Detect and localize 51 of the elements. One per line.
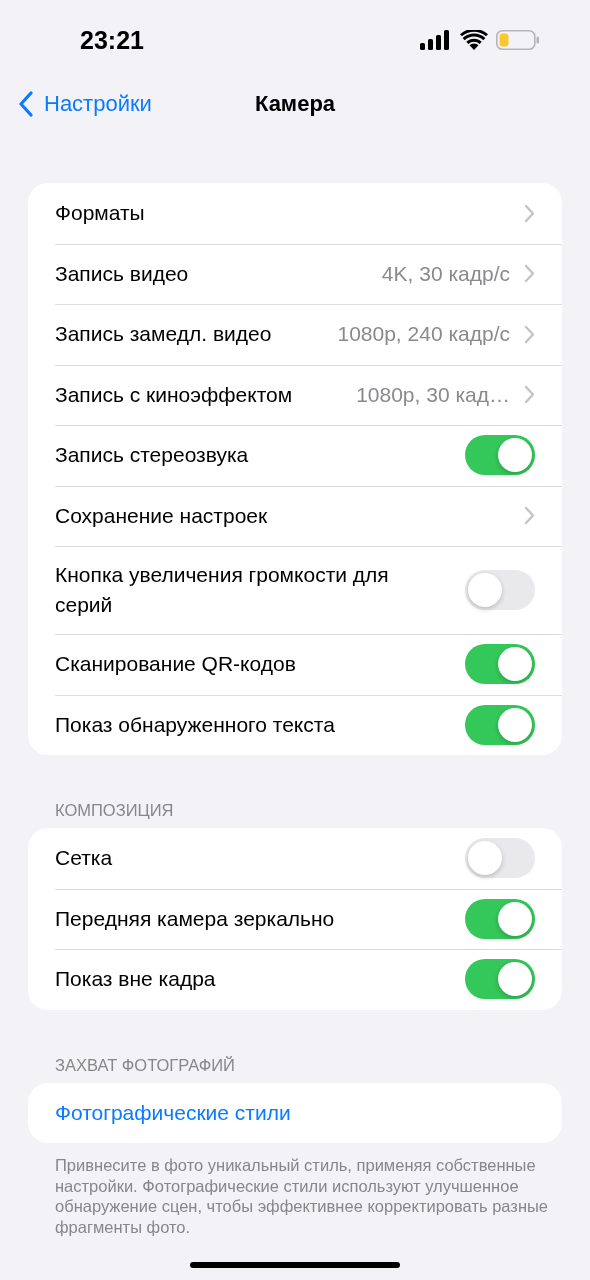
settings-row[interactable]: Показ вне кадра (28, 949, 562, 1010)
toggle-switch[interactable] (465, 704, 535, 745)
chevron-right-icon (524, 203, 535, 223)
settings-row[interactable]: Сохранение настроек (28, 485, 562, 546)
row-value: 1080p, 30 кад… (356, 382, 510, 407)
settings-row[interactable]: Кнопка увеличения громкости для серий (28, 546, 562, 634)
settings-row[interactable]: Запись с киноэффектом 1080p, 30 кад… (28, 364, 562, 425)
settings-row[interactable]: Сетка (28, 828, 562, 889)
row-label: Запись замедл. видео (55, 321, 273, 348)
settings-row[interactable]: Сканирование QR-кодов (28, 634, 562, 695)
row-label: Кнопка увеличения громкости для серий (55, 562, 390, 618)
settings-row[interactable]: Показ обнаруженного текста (28, 694, 562, 755)
toggle-switch[interactable] (465, 959, 535, 1000)
chevron-right-icon (524, 385, 535, 405)
row-label: Сканирование QR-кодов (55, 651, 297, 678)
settings-row[interactable]: Фотографические стили (28, 1082, 562, 1143)
toggle-switch[interactable] (465, 838, 535, 879)
row-value: 1080p, 240 кадр/с (337, 322, 510, 347)
toggle-switch[interactable] (465, 570, 535, 610)
toggle-switch[interactable] (465, 898, 535, 939)
chevron-left-icon (18, 91, 34, 117)
row-label: Показ обнаруженного текста (55, 711, 336, 738)
footer-note: Привнесите в фото уникальный стиль, применяя собственные настройки. Фотографические стили используют улучшенное обнаружение сцен, чтобы эффективнее корректировать разные фрагменты фото. (54, 1155, 550, 1237)
chevron-right-icon (524, 506, 535, 526)
row-value: 4K, 30 кадр/с (381, 261, 510, 286)
signal-icon (420, 30, 452, 50)
battery-icon (496, 30, 540, 50)
row-label: Форматы (55, 200, 146, 227)
settings-row[interactable]: Запись стереозвука (28, 425, 562, 486)
row-label: Показ вне кадра (55, 966, 217, 993)
toggle-switch[interactable] (465, 435, 535, 476)
toggle-switch[interactable] (465, 644, 535, 685)
back-button[interactable]: Настройки (0, 91, 152, 117)
section-header: КОМПОЗИЦИЯ (54, 801, 175, 821)
row-label: Передняя камера зеркально (55, 905, 336, 932)
section-header: ЗАХВАТ ФОТОГРАФИЙ (54, 1055, 236, 1076)
chevron-right-icon (524, 324, 535, 344)
page-title: Камера (254, 91, 336, 117)
settings-row[interactable]: Передняя камера зеркально (28, 888, 562, 949)
row-label: Сохранение настроек (55, 502, 269, 529)
row-label: Фотографические стили (55, 1099, 292, 1126)
row-label: Запись стереозвука (55, 442, 250, 469)
wifi-icon (460, 30, 488, 50)
settings-row[interactable]: Запись замедл. видео 1080p, 240 кадр/с (28, 304, 562, 365)
chevron-right-icon (524, 264, 535, 284)
row-label: Запись с киноэффектом (55, 381, 294, 408)
settings-row[interactable]: Запись видео 4K, 30 кадр/с (28, 243, 562, 304)
row-label: Сетка (55, 845, 114, 872)
status-time: 23:21 (80, 25, 144, 55)
settings-row[interactable]: Форматы (28, 183, 562, 244)
row-label: Запись видео (55, 260, 190, 287)
